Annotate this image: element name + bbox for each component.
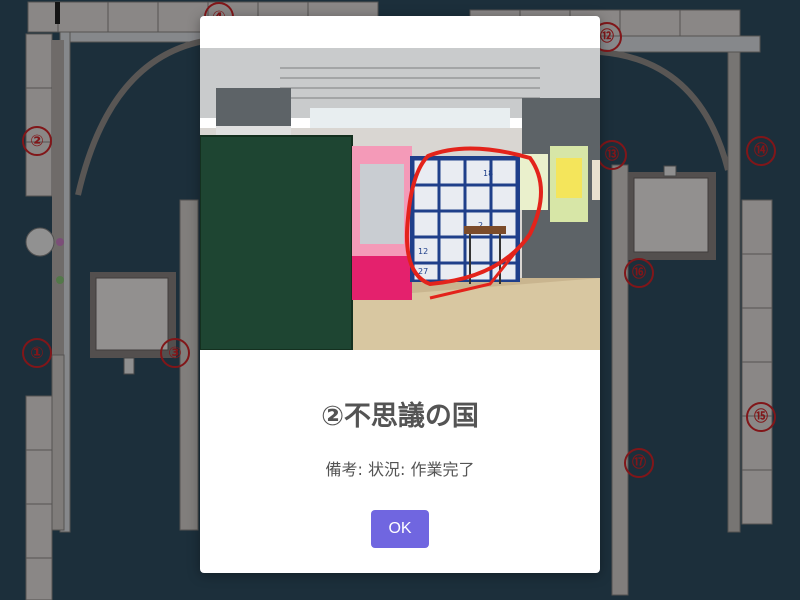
modal-photo: 18 2 12 27: [200, 48, 600, 350]
svg-text:18: 18: [483, 169, 493, 178]
photo-locker: 18 2 12 27: [410, 156, 520, 282]
svg-text:27: 27: [418, 267, 428, 276]
info-modal: 18 2 12 27 ②不思議の国 備考: 状況: 作業完了 OK: [200, 16, 600, 573]
svg-text:12: 12: [418, 247, 428, 256]
modal-status-text: 備考: 状況: 作業完了: [325, 460, 475, 479]
ok-button[interactable]: OK: [371, 510, 429, 548]
modal-title: ②不思議の国: [321, 401, 479, 432]
floor-map-view: ② ① ③ ④ ⑫ ⑬ ⑭ ⑯ ⑮ ⑰: [0, 0, 800, 600]
